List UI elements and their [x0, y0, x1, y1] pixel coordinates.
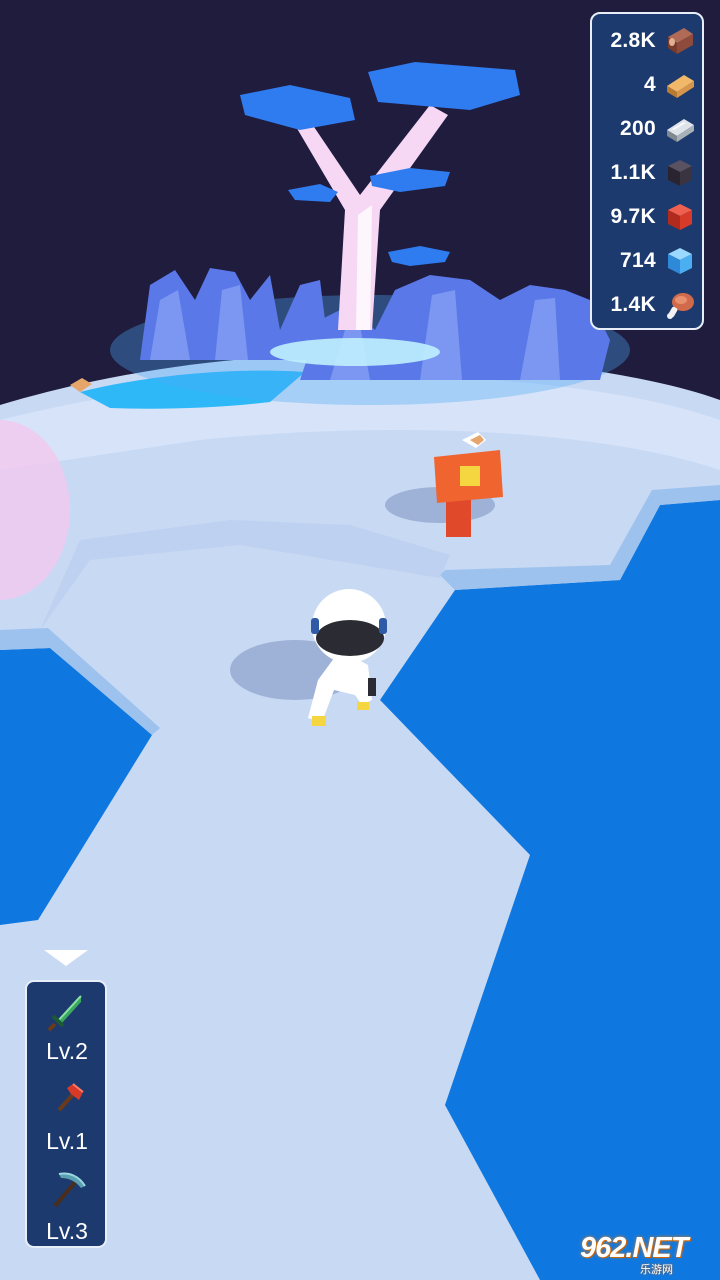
pickaxe-icon[interactable] [43, 1170, 89, 1210]
watermark: 962.NET 乐游网 [580, 1228, 716, 1276]
resource-row-iron: 200 [592, 109, 702, 149]
resource-count: 4 [644, 73, 656, 96]
resource-row-meat: 1.4K [592, 285, 702, 325]
plank-icon [667, 75, 694, 98]
coal-cube-icon [668, 160, 692, 186]
resource-count: 2.8K [610, 29, 656, 52]
tool-panel: Lv.2 Lv.1 Lv.3 [25, 980, 107, 1248]
resource-row-ice: 714 [592, 241, 702, 281]
ice-cube-icon [668, 248, 692, 274]
tool-panel-toggle-arrow[interactable] [44, 950, 88, 966]
iron-bar-icon [667, 119, 694, 142]
meat-icon [667, 293, 694, 319]
watermark-subtext: 乐游网 [640, 1264, 673, 1276]
resource-count: 1.1K [610, 161, 656, 184]
red-ore-cube-icon [668, 204, 692, 230]
resource-row-coal: 1.1K [592, 153, 702, 193]
resource-row-wood: 2.8K [592, 21, 702, 61]
axe-icon[interactable] [43, 1082, 89, 1122]
tool-level-label: Lv.3 [46, 1218, 88, 1244]
resource-count: 9.7K [610, 205, 656, 228]
resource-count: 1.4K [610, 293, 656, 316]
tool-level-label: Lv.1 [46, 1128, 88, 1154]
resource-count: 714 [620, 249, 656, 272]
resource-row-plank: 4 [592, 65, 702, 105]
sword-icon[interactable] [43, 992, 89, 1032]
resource-row-red-ore: 9.7K [592, 197, 702, 237]
resource-panel: 2.8K 4 200 1.1K 9.7K 714 1.4K [590, 12, 704, 330]
resource-count: 200 [620, 117, 656, 140]
wood-log-icon [668, 28, 693, 54]
tool-level-label: Lv.2 [46, 1038, 88, 1064]
